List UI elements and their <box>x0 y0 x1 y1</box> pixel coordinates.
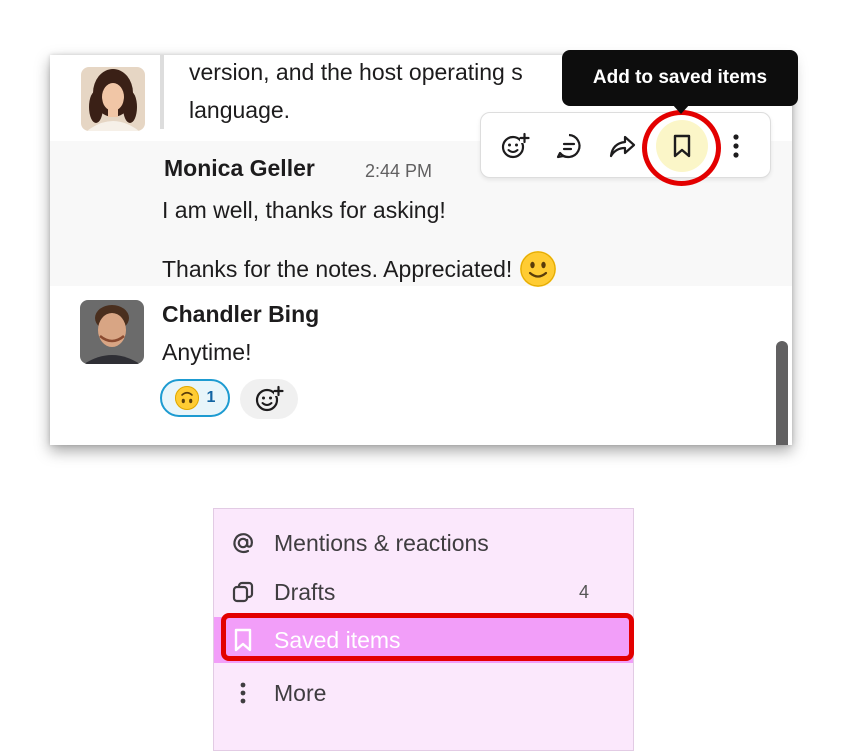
sidebar-item-drafts[interactable]: Drafts 4 <box>214 570 633 614</box>
emoji-add-icon <box>501 132 530 159</box>
quote-bar <box>160 55 164 129</box>
sidebar-item-label: Drafts <box>274 578 336 605</box>
sidebar-item-more[interactable]: More <box>214 671 633 715</box>
at-icon <box>230 530 256 556</box>
message-text: Thanks for the notes. Appreciated! <box>162 251 557 287</box>
author-name[interactable]: Chandler Bing <box>162 303 319 326</box>
tooltip-arrow <box>672 104 690 114</box>
vertical-ellipsis-icon <box>230 680 256 706</box>
message-actions-toolbar <box>480 112 771 178</box>
sidebar-item-label: Mentions & reactions <box>274 529 489 556</box>
message-text-line: Thanks for the notes. Appreciated! <box>162 255 513 282</box>
tooltip: Add to saved items <box>562 50 798 106</box>
reaction-count: 1 <box>206 389 216 406</box>
message-timestamp[interactable]: 2:44 PM <box>365 162 432 180</box>
add-reaction-button[interactable] <box>240 379 298 419</box>
screenshot-stage: version, and the host operating s langua… <box>0 0 848 756</box>
drafts-count-badge: 4 <box>578 582 589 602</box>
message-text: Anytime! <box>162 339 252 365</box>
saved-items-highlight-box <box>221 613 634 661</box>
slightly-smiling-face-icon <box>520 251 557 287</box>
sidebar-item-mentions[interactable]: Mentions & reactions <box>214 521 633 565</box>
scrollbar-thumb[interactable] <box>776 341 788 445</box>
reply-in-thread-button[interactable] <box>547 124 591 168</box>
message-text: I am well, thanks for asking! <box>162 197 446 223</box>
save-button-highlight-ring <box>642 110 721 186</box>
forward-icon <box>609 135 636 158</box>
sidebar-item-label: More <box>274 679 327 706</box>
vertical-ellipsis-icon <box>733 134 739 158</box>
forward-button[interactable] <box>601 124 645 168</box>
emoji-add-icon <box>255 385 284 412</box>
avatar-chandler[interactable] <box>80 300 144 364</box>
upside-down-face-icon <box>174 386 199 410</box>
quoted-text-line: version, and the host operating s <box>189 59 523 85</box>
drafts-icon <box>230 579 256 605</box>
avatar-monica[interactable] <box>81 67 145 131</box>
reaction-pill[interactable]: 1 <box>160 379 230 417</box>
author-name[interactable]: Monica Geller <box>164 157 315 180</box>
add-reaction-button[interactable] <box>493 124 537 168</box>
thread-icon <box>556 133 581 159</box>
quoted-text-line: language. <box>189 97 291 123</box>
